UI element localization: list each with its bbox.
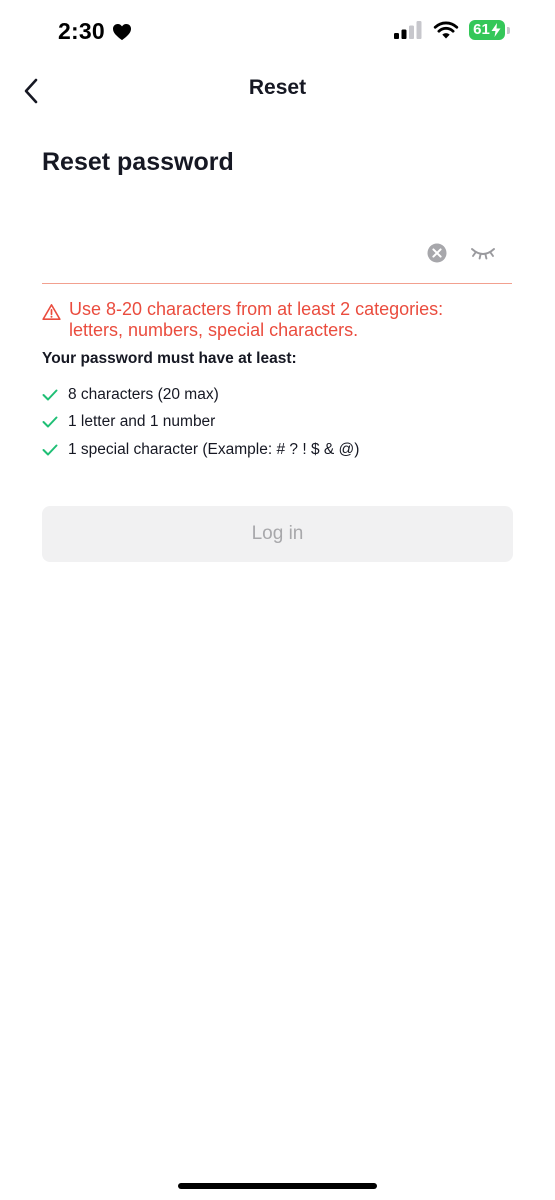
check-icon xyxy=(42,444,58,456)
home-indicator xyxy=(178,1183,377,1189)
page-title: Reset password xyxy=(42,148,234,176)
status-bar: 2:30 61 xyxy=(0,0,555,66)
rule-item: 1 letter and 1 number xyxy=(42,409,359,437)
rule-item: 8 characters (20 max) xyxy=(42,381,359,409)
status-right: 61 xyxy=(393,20,510,40)
password-rules-title: Your password must have at least: xyxy=(42,350,297,367)
password-field xyxy=(42,228,512,284)
clear-button[interactable] xyxy=(427,243,447,263)
error-line-2: letters, numbers, special characters. xyxy=(69,320,359,340)
heart-icon xyxy=(112,23,131,40)
battery-level: 61 xyxy=(473,21,490,38)
wifi-icon xyxy=(433,21,459,39)
toggle-visibility-button[interactable] xyxy=(469,242,497,264)
status-time: 2:30 xyxy=(58,18,105,44)
rule-label: 8 characters (20 max) xyxy=(68,385,219,403)
nav-title: Reset xyxy=(248,76,307,99)
rule-label: 1 letter and 1 number xyxy=(68,413,216,431)
error-text: Use 8-20 characters from at least 2 cate… xyxy=(69,299,443,341)
signal-icon xyxy=(394,21,422,39)
rule-item: 1 special character (Example: # ? ! $ & … xyxy=(42,436,359,464)
check-icon xyxy=(42,416,58,428)
bolt-icon xyxy=(491,23,501,37)
battery-icon: 61 xyxy=(469,20,505,40)
error-message: Use 8-20 characters from at least 2 cate… xyxy=(42,299,512,341)
eye-closed-icon xyxy=(471,248,495,260)
check-icon xyxy=(42,389,58,401)
clear-icon xyxy=(427,243,447,263)
rule-label: 1 special character (Example: # ? ! $ & … xyxy=(68,440,360,458)
warning-icon xyxy=(42,304,61,321)
login-button[interactable]: Log in xyxy=(42,506,513,562)
nav-bar: Reset xyxy=(0,66,555,114)
password-rules-list: 8 characters (20 max) 1 letter and 1 num… xyxy=(42,381,359,464)
battery-cap xyxy=(507,26,510,34)
status-time-group: 2:30 xyxy=(58,18,132,45)
error-line-1: Use 8-20 characters from at least 2 cate… xyxy=(69,299,444,319)
password-input[interactable] xyxy=(42,236,412,274)
